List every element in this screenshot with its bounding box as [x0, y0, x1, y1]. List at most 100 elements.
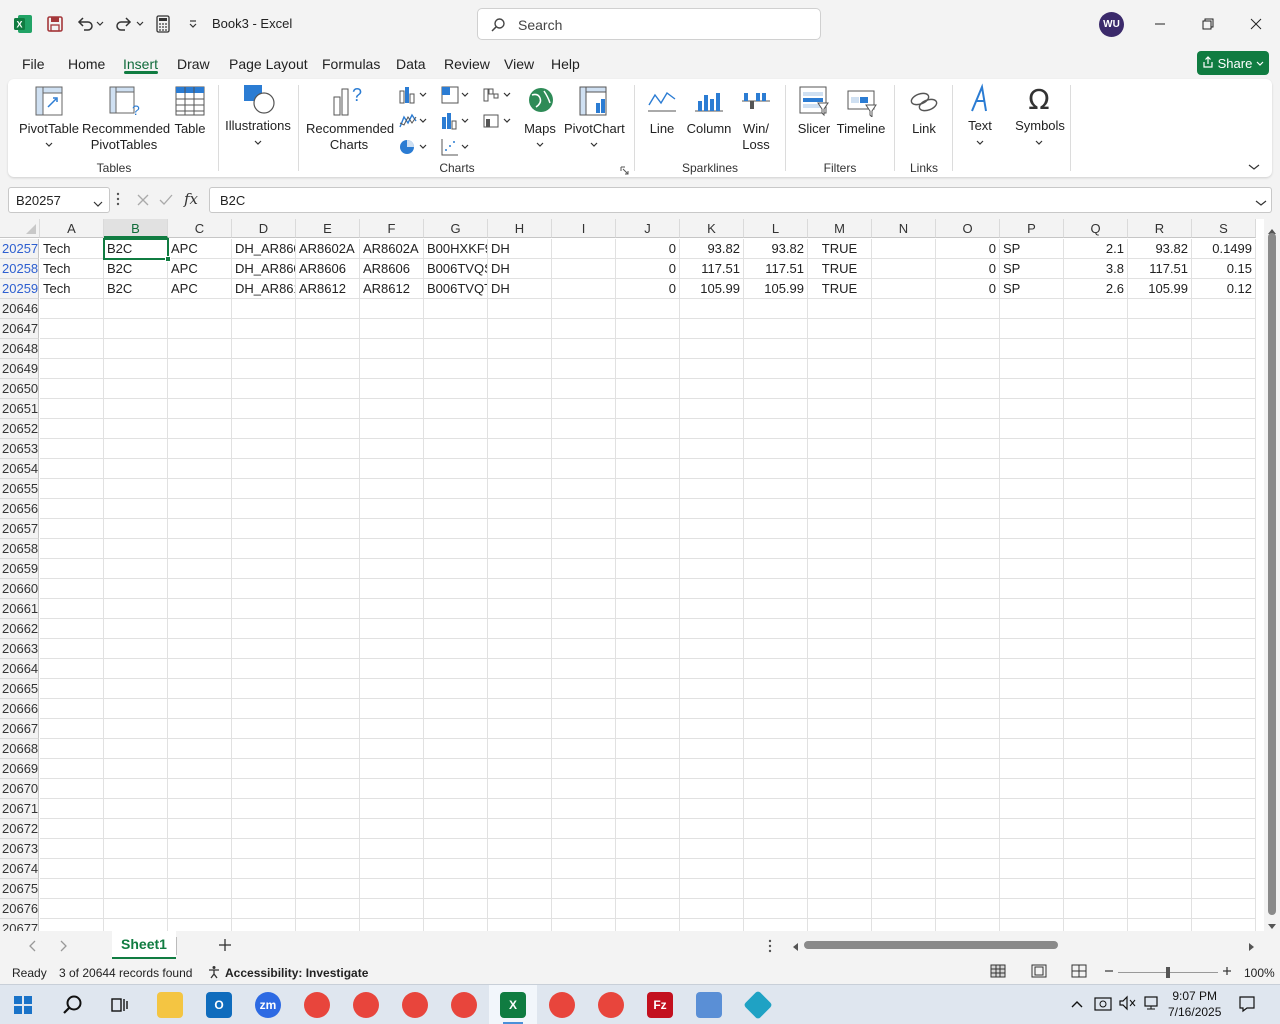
- cell[interactable]: [1000, 879, 1064, 899]
- tab-formulas[interactable]: Formulas: [322, 56, 380, 72]
- cell[interactable]: [616, 299, 680, 319]
- next-sheet-icon[interactable]: [60, 940, 68, 955]
- cell[interactable]: [1128, 579, 1192, 599]
- cell[interactable]: 0: [936, 239, 1000, 259]
- cell[interactable]: [296, 679, 360, 699]
- cell[interactable]: DH_AR860: [232, 259, 296, 279]
- cell[interactable]: [296, 739, 360, 759]
- cell[interactable]: [936, 699, 1000, 719]
- cell[interactable]: [744, 539, 808, 559]
- cell[interactable]: B2C: [104, 259, 168, 279]
- cell[interactable]: [744, 659, 808, 679]
- row-header[interactable]: 20651: [0, 399, 39, 419]
- save-icon[interactable]: [44, 13, 66, 35]
- row-header[interactable]: 20675: [0, 879, 39, 899]
- cell[interactable]: [296, 419, 360, 439]
- cell[interactable]: [104, 539, 168, 559]
- cell[interactable]: [552, 559, 616, 579]
- cell[interactable]: [488, 319, 552, 339]
- cell[interactable]: [488, 759, 552, 779]
- cell[interactable]: [168, 839, 232, 859]
- cell[interactable]: [744, 919, 808, 931]
- cell[interactable]: [1128, 299, 1192, 319]
- cell[interactable]: [680, 779, 744, 799]
- cell[interactable]: [168, 439, 232, 459]
- cell[interactable]: [1000, 479, 1064, 499]
- cell[interactable]: [360, 619, 424, 639]
- cell[interactable]: [1000, 699, 1064, 719]
- cell[interactable]: [1064, 759, 1128, 779]
- cell[interactable]: [104, 859, 168, 879]
- cell[interactable]: [808, 359, 872, 379]
- cell[interactable]: AR8602A: [360, 239, 424, 259]
- cell[interactable]: [1000, 299, 1064, 319]
- cell[interactable]: [872, 919, 936, 931]
- cell[interactable]: [872, 599, 936, 619]
- cell[interactable]: [40, 299, 104, 319]
- cell[interactable]: [104, 639, 168, 659]
- cell[interactable]: [1192, 399, 1256, 419]
- cell[interactable]: [360, 879, 424, 899]
- cell[interactable]: [680, 759, 744, 779]
- cell[interactable]: [296, 579, 360, 599]
- cell[interactable]: [1192, 799, 1256, 819]
- cell[interactable]: [680, 299, 744, 319]
- zoom-slider-thumb[interactable]: [1166, 967, 1170, 978]
- cell[interactable]: [936, 579, 1000, 599]
- cell[interactable]: [40, 879, 104, 899]
- cell[interactable]: [872, 639, 936, 659]
- cell[interactable]: [744, 719, 808, 739]
- cell[interactable]: [40, 399, 104, 419]
- cell[interactable]: [360, 439, 424, 459]
- cell[interactable]: [1064, 299, 1128, 319]
- cell[interactable]: [1128, 319, 1192, 339]
- cell[interactable]: [1128, 599, 1192, 619]
- cell[interactable]: [680, 699, 744, 719]
- formula-input[interactable]: B2C: [209, 187, 1272, 213]
- cell[interactable]: [1000, 639, 1064, 659]
- cell[interactable]: [40, 899, 104, 919]
- sparkline-winloss-icon[interactable]: [741, 87, 771, 118]
- cell[interactable]: 93.82: [744, 239, 808, 259]
- recommended-pivottables-label-2[interactable]: PivotTables: [82, 137, 166, 153]
- cell[interactable]: [1192, 659, 1256, 679]
- illustrations-dropdown-icon[interactable]: [254, 135, 262, 150]
- cell[interactable]: [1192, 419, 1256, 439]
- cell[interactable]: [1000, 739, 1064, 759]
- column-header-g[interactable]: G: [424, 219, 488, 238]
- cell[interactable]: [616, 339, 680, 359]
- column-header-o[interactable]: O: [936, 219, 1000, 238]
- cell[interactable]: [552, 739, 616, 759]
- cell[interactable]: [424, 619, 488, 639]
- cell[interactable]: [552, 679, 616, 699]
- cell[interactable]: [1000, 399, 1064, 419]
- windows-start-icon[interactable]: [10, 992, 36, 1018]
- cell[interactable]: [296, 799, 360, 819]
- cell[interactable]: [1192, 439, 1256, 459]
- cell[interactable]: [1192, 519, 1256, 539]
- cell[interactable]: [552, 799, 616, 819]
- cell[interactable]: 0.12: [1192, 279, 1256, 299]
- cell[interactable]: [744, 319, 808, 339]
- filezilla-icon[interactable]: Fz: [647, 992, 673, 1018]
- cancel-entry-icon[interactable]: [136, 193, 150, 210]
- cell[interactable]: [296, 399, 360, 419]
- cell[interactable]: [232, 339, 296, 359]
- cell[interactable]: [40, 359, 104, 379]
- cell[interactable]: [616, 459, 680, 479]
- cell[interactable]: [936, 879, 1000, 899]
- cell[interactable]: [744, 759, 808, 779]
- cell[interactable]: [296, 759, 360, 779]
- cell[interactable]: [424, 719, 488, 739]
- cell[interactable]: [680, 679, 744, 699]
- cell[interactable]: 2.1: [1064, 239, 1128, 259]
- cell[interactable]: [232, 499, 296, 519]
- cell[interactable]: [1128, 539, 1192, 559]
- cell[interactable]: [1064, 739, 1128, 759]
- row-header[interactable]: 20659: [0, 559, 39, 579]
- cell[interactable]: [1064, 559, 1128, 579]
- recommended-pivottables-icon[interactable]: ?: [108, 85, 140, 120]
- cell[interactable]: [1192, 499, 1256, 519]
- cell[interactable]: [488, 899, 552, 919]
- cell[interactable]: [936, 319, 1000, 339]
